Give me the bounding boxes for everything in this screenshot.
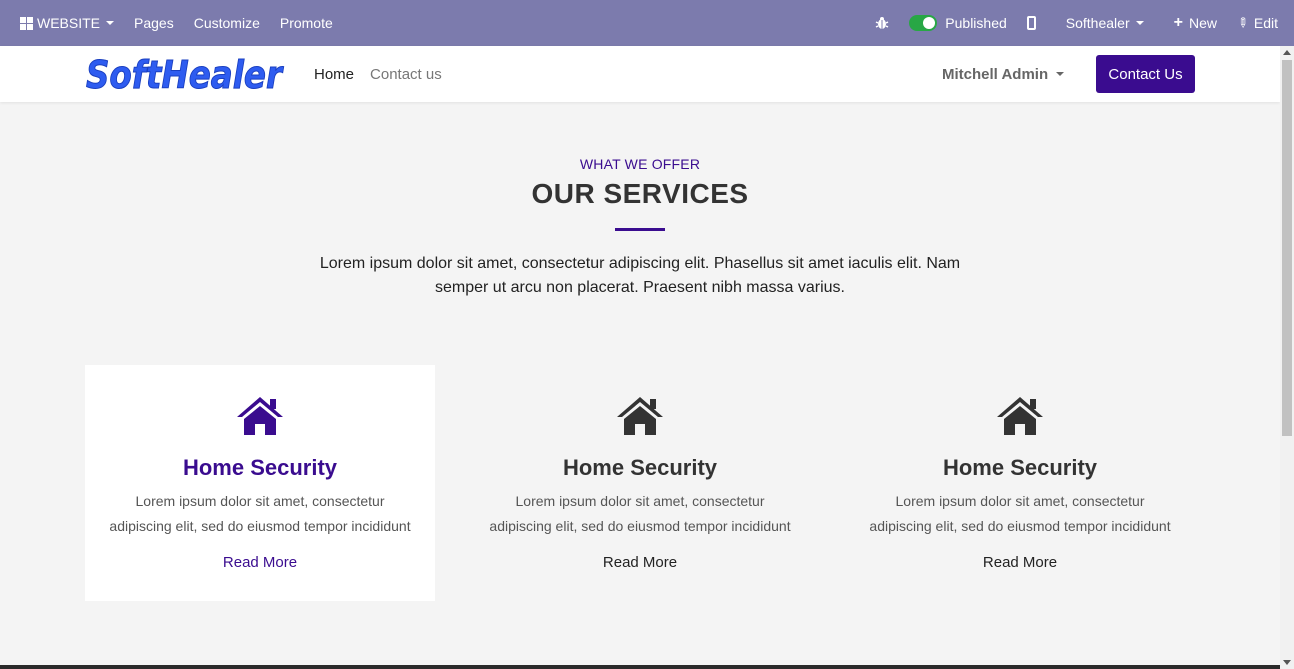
service-card-text: Lorem ipsum dolor sit amet, consectetur … xyxy=(489,493,791,534)
toggle-switch-icon xyxy=(909,15,938,31)
service-card-title: Home Security xyxy=(562,455,718,480)
caret-down-icon xyxy=(1135,21,1144,25)
new-label: New xyxy=(1188,15,1217,31)
service-card: Home Security Lorem ipsum dolor sit amet… xyxy=(845,365,1195,601)
editor-toolbar: WEBSITE Pages Customize Promote Publishe… xyxy=(0,0,1294,46)
title-divider xyxy=(615,228,665,231)
contact-us-button[interactable]: Contact Us xyxy=(1096,55,1195,93)
read-more-link[interactable]: Read More xyxy=(85,554,435,571)
service-card-title: Home Security xyxy=(942,455,1098,480)
scrollbar-thumb[interactable] xyxy=(1282,60,1292,436)
caret-down-icon xyxy=(106,21,115,25)
service-card-text: Lorem ipsum dolor sit amet, consectetur … xyxy=(869,493,1171,534)
main-nav: Home Contact us xyxy=(314,46,458,102)
page-scrollbar[interactable] xyxy=(1280,46,1294,669)
section-title: OUR SERVICES xyxy=(531,178,749,209)
read-more-link[interactable]: Read More xyxy=(845,554,1195,571)
nav-item-contact[interactable]: Contact us xyxy=(370,66,442,83)
new-button[interactable]: + New xyxy=(1154,0,1227,46)
section-intro: Lorem ipsum dolor sit amet, consectetur … xyxy=(319,255,961,296)
nav-item-home[interactable]: Home xyxy=(314,66,354,83)
service-card: Home Security Lorem ipsum dolor sit amet… xyxy=(85,365,435,601)
published-label: Published xyxy=(945,15,1007,31)
softhealer-logo: SoftHealer xyxy=(86,53,285,98)
website-menu-label: WEBSITE xyxy=(37,15,101,31)
pencil-icon: ✎ xyxy=(1233,13,1252,32)
section-eyebrow: WHAT WE OFFER xyxy=(579,156,701,172)
read-more-link[interactable]: Read More xyxy=(465,554,815,571)
debug-button[interactable] xyxy=(865,0,899,46)
published-toggle[interactable]: Published xyxy=(899,0,1017,46)
caret-down-icon xyxy=(1056,72,1065,76)
site-header: SoftHealer Home Contact us Mitchell Admi… xyxy=(0,46,1280,102)
service-card: Home Security Lorem ipsum dolor sit amet… xyxy=(465,365,815,601)
bug-icon xyxy=(875,17,889,29)
home-icon xyxy=(997,397,1043,435)
scroll-down-icon[interactable] xyxy=(1283,660,1291,665)
edit-button[interactable]: ✎ Edit xyxy=(1227,0,1288,46)
user-name: Mitchell Admin xyxy=(942,65,1049,83)
company-menu-label: Softhealer xyxy=(1065,15,1130,31)
company-menu[interactable]: Softhealer xyxy=(1046,0,1154,46)
edit-label: Edit xyxy=(1253,15,1278,31)
pages-menu[interactable]: Pages xyxy=(124,0,184,46)
home-icon xyxy=(617,397,663,435)
apps-grid-icon xyxy=(20,16,33,30)
mobile-phone-icon xyxy=(1026,16,1036,30)
footer-edge xyxy=(0,665,1280,669)
home-icon xyxy=(237,397,283,435)
promote-menu[interactable]: Promote xyxy=(270,0,343,46)
user-menu[interactable]: Mitchell Admin xyxy=(942,46,1065,102)
site-logo[interactable]: SoftHealer xyxy=(86,52,286,101)
logo-text: SoftHealer xyxy=(86,53,284,96)
services-section: WHAT WE OFFER OUR SERVICES Lorem ipsum d… xyxy=(0,102,1280,669)
customize-menu[interactable]: Customize xyxy=(184,0,270,46)
mobile-preview-button[interactable] xyxy=(1017,0,1046,46)
scroll-up-icon[interactable] xyxy=(1283,50,1291,55)
service-card-text: Lorem ipsum dolor sit amet, consectetur … xyxy=(109,493,411,534)
website-menu[interactable]: WEBSITE xyxy=(10,0,124,46)
service-card-title: Home Security xyxy=(182,455,338,480)
plus-icon: + xyxy=(1173,14,1183,31)
